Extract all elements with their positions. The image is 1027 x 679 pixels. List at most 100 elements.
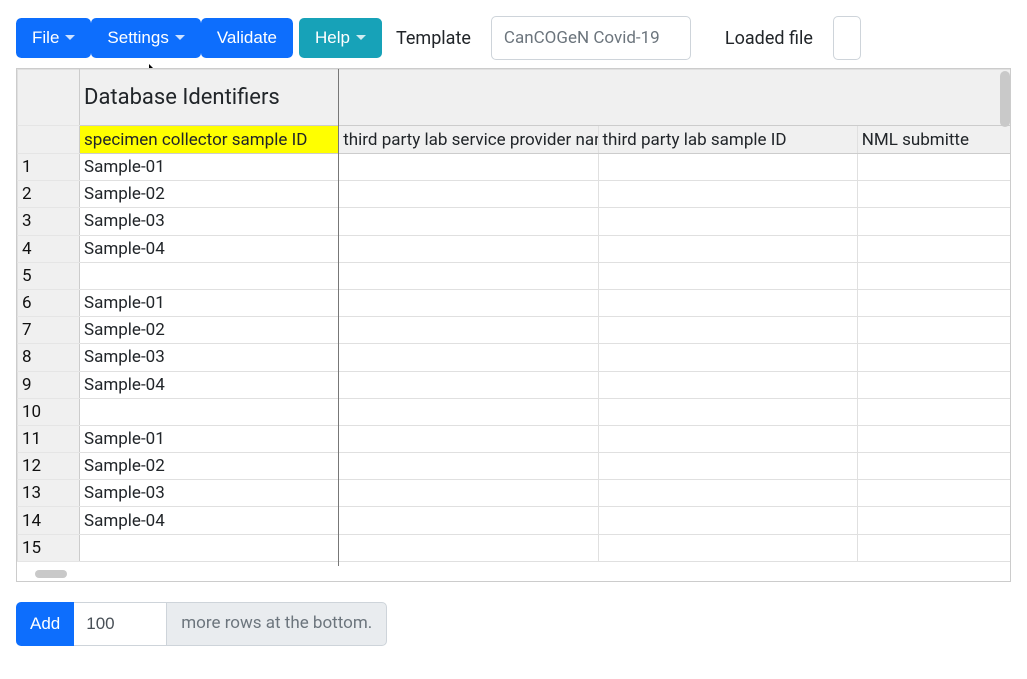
cell[interactable] <box>857 534 1010 561</box>
cell[interactable] <box>598 480 857 507</box>
help-menu-button[interactable]: Help <box>299 18 382 58</box>
cell[interactable]: Sample-02 <box>80 317 339 344</box>
cell[interactable] <box>857 344 1010 371</box>
cell[interactable] <box>339 371 598 398</box>
row-number[interactable]: 10 <box>18 398 80 425</box>
table-row: 11Sample-01 <box>18 425 1011 452</box>
cell[interactable] <box>598 534 857 561</box>
cell[interactable]: Sample-01 <box>80 289 339 316</box>
cell[interactable] <box>339 262 598 289</box>
row-count-input[interactable] <box>74 602 166 646</box>
row-number[interactable]: 12 <box>18 453 80 480</box>
row-number[interactable]: 1 <box>18 154 80 181</box>
row-number[interactable]: 3 <box>18 208 80 235</box>
cell[interactable] <box>339 534 598 561</box>
cell[interactable]: Sample-02 <box>80 453 339 480</box>
cell[interactable]: Sample-04 <box>80 235 339 262</box>
row-number[interactable]: 8 <box>18 344 80 371</box>
cell[interactable] <box>857 425 1010 452</box>
caret-down-icon <box>175 35 185 40</box>
cell[interactable] <box>598 507 857 534</box>
column-header[interactable]: third party lab sample ID <box>598 126 857 154</box>
cell[interactable] <box>339 344 598 371</box>
cell[interactable] <box>339 154 598 181</box>
template-select[interactable]: CanCOGeN Covid-19 <box>491 16 691 60</box>
cell[interactable] <box>598 453 857 480</box>
cell[interactable] <box>857 480 1010 507</box>
cell[interactable] <box>857 181 1010 208</box>
cell[interactable]: Sample-02 <box>80 181 339 208</box>
cell[interactable] <box>857 398 1010 425</box>
cell[interactable] <box>598 235 857 262</box>
cell[interactable] <box>80 398 339 425</box>
horizontal-scrollbar-thumb[interactable] <box>35 570 67 578</box>
cell[interactable] <box>339 235 598 262</box>
cell[interactable] <box>339 507 598 534</box>
cell[interactable] <box>339 453 598 480</box>
cell[interactable] <box>598 208 857 235</box>
cell[interactable] <box>339 181 598 208</box>
cell[interactable] <box>339 317 598 344</box>
row-number[interactable]: 5 <box>18 262 80 289</box>
cell[interactable] <box>857 235 1010 262</box>
cell[interactable] <box>598 289 857 316</box>
cell[interactable] <box>857 371 1010 398</box>
cell[interactable] <box>598 398 857 425</box>
row-number[interactable]: 14 <box>18 507 80 534</box>
grid-viewport[interactable]: Database Identifiers specimen collector … <box>17 69 1010 581</box>
column-header[interactable]: NML submitte <box>857 126 1010 154</box>
cell[interactable] <box>857 289 1010 316</box>
cell[interactable] <box>857 154 1010 181</box>
row-number[interactable]: 2 <box>18 181 80 208</box>
row-number[interactable]: 4 <box>18 235 80 262</box>
cell[interactable]: Sample-04 <box>80 371 339 398</box>
cell[interactable] <box>598 154 857 181</box>
cell[interactable] <box>857 453 1010 480</box>
template-label: Template <box>388 28 479 49</box>
row-number[interactable]: 9 <box>18 371 80 398</box>
cell[interactable] <box>857 208 1010 235</box>
cell[interactable] <box>857 262 1010 289</box>
file-menu-button[interactable]: File <box>16 18 91 58</box>
cell[interactable] <box>339 398 598 425</box>
cell[interactable] <box>598 317 857 344</box>
cell[interactable] <box>857 317 1010 344</box>
row-number[interactable]: 11 <box>18 425 80 452</box>
row-number[interactable]: 13 <box>18 480 80 507</box>
cell[interactable]: Sample-04 <box>80 507 339 534</box>
cell[interactable]: Sample-03 <box>80 208 339 235</box>
row-number[interactable]: 15 <box>18 534 80 561</box>
column-header[interactable]: third party lab service provider name <box>339 126 598 154</box>
cell[interactable] <box>339 425 598 452</box>
row-header-blank <box>18 126 80 154</box>
cell[interactable] <box>598 262 857 289</box>
cell[interactable]: Sample-03 <box>80 344 339 371</box>
cell[interactable] <box>598 371 857 398</box>
cell[interactable] <box>339 480 598 507</box>
cell[interactable] <box>339 208 598 235</box>
data-table: Database Identifiers specimen collector … <box>17 69 1010 562</box>
column-header[interactable]: specimen collector sample ID <box>80 126 339 154</box>
cell[interactable]: Sample-03 <box>80 480 339 507</box>
table-row: 15 <box>18 534 1011 561</box>
cell[interactable] <box>598 181 857 208</box>
cell[interactable]: Sample-01 <box>80 154 339 181</box>
column-group-header[interactable]: Database Identifiers <box>80 70 1011 126</box>
add-rows-button[interactable]: Add <box>16 602 74 646</box>
settings-menu-button[interactable]: Settings <box>91 18 200 58</box>
cell[interactable]: Sample-01 <box>80 425 339 452</box>
vertical-scrollbar-thumb[interactable] <box>1000 71 1010 127</box>
caret-down-icon <box>356 35 366 40</box>
validate-button[interactable]: Validate <box>201 18 293 58</box>
row-number[interactable]: 7 <box>18 317 80 344</box>
add-rows-suffix: more rows at the bottom. <box>166 602 387 646</box>
corner-cell[interactable] <box>18 70 80 126</box>
cell[interactable] <box>598 344 857 371</box>
cell[interactable] <box>598 425 857 452</box>
cell[interactable] <box>857 507 1010 534</box>
cell[interactable] <box>80 262 339 289</box>
settings-label: Settings <box>107 28 168 48</box>
row-number[interactable]: 6 <box>18 289 80 316</box>
cell[interactable] <box>339 289 598 316</box>
cell[interactable] <box>80 534 339 561</box>
